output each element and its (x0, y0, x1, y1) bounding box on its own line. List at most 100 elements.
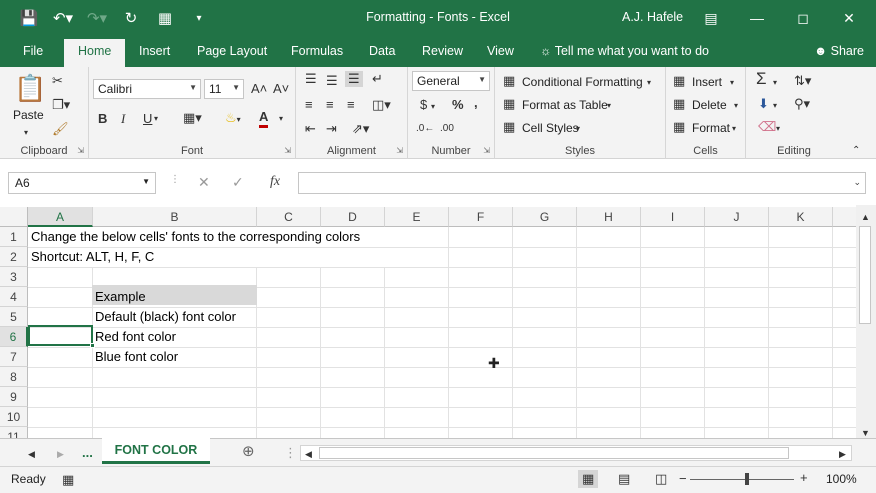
clipboard-launcher-icon[interactable]: ⇲ (77, 146, 84, 155)
percent-button[interactable]: % (452, 97, 464, 113)
insert-function-icon[interactable]: fx (270, 174, 280, 190)
formula-input[interactable]: ⌄ (298, 172, 866, 194)
active-cell-a6[interactable] (28, 325, 93, 346)
user-name[interactable]: A.J. Hafele (622, 10, 683, 24)
normal-view-icon[interactable]: ▦ (578, 470, 599, 488)
decrease-decimal-button[interactable]: .00 (440, 121, 454, 137)
cell-a2[interactable]: Shortcut: ALT, H, F, C (28, 247, 154, 267)
currency-button[interactable]: $ (420, 97, 427, 113)
conditional-formatting-button[interactable]: Conditional Formatting (522, 75, 643, 89)
cell-b7[interactable]: Blue font color (92, 347, 178, 367)
page-layout-view-icon[interactable]: ▤ (618, 471, 630, 487)
new-sheet-icon[interactable]: ⊕ (242, 444, 255, 460)
row-header-10[interactable]: 10 (0, 407, 28, 427)
fill-handle[interactable] (90, 343, 95, 348)
delete-cells-icon[interactable]: ▦ (673, 96, 685, 112)
comma-button[interactable]: , (474, 95, 478, 111)
worksheet-grid[interactable]: A B C D E F G H I J K 1 2 3 4 5 6 7 8 9 … (0, 205, 856, 438)
ribbon-display-icon[interactable]: ▤ (688, 6, 734, 30)
chevron-down-icon[interactable]: ▾ (730, 75, 734, 91)
row-header-7[interactable]: 7 (0, 347, 28, 367)
column-header-e[interactable]: E (385, 207, 449, 227)
chevron-down-icon[interactable]: ▾ (734, 98, 738, 114)
column-header-j[interactable]: J (705, 207, 769, 227)
enter-icon[interactable]: ✓ (232, 174, 244, 191)
next-sheet-icon[interactable]: ▶ (57, 446, 64, 462)
row-header-3[interactable]: 3 (0, 267, 28, 287)
column-header-i[interactable]: I (641, 207, 705, 227)
close-icon[interactable]: ✕ (826, 6, 872, 30)
row-header-1[interactable]: 1 (0, 227, 28, 247)
merge-center-icon[interactable]: ◫▾ (372, 97, 391, 113)
tab-review[interactable]: Review (422, 44, 463, 58)
top-align-icon[interactable]: ☰ (305, 71, 317, 87)
italic-button[interactable]: I (121, 111, 125, 127)
row-header-4[interactable]: 4 (0, 287, 28, 307)
share-button[interactable]: ☻ Share (814, 44, 864, 58)
tab-file[interactable]: File (23, 44, 43, 58)
cell-styles-button[interactable]: Cell Styles (522, 121, 579, 135)
decrease-indent-icon[interactable]: ⇤ (305, 121, 316, 137)
currency-dropdown-icon[interactable]: ▾ (431, 99, 435, 115)
conditional-formatting-icon[interactable]: ▦ (503, 73, 515, 89)
column-header-a[interactable]: A (28, 207, 93, 227)
tab-home[interactable]: Home (64, 39, 126, 67)
paste-dropdown-icon[interactable]: ▾ (24, 125, 28, 141)
format-painter-icon[interactable]: 🖌 (52, 121, 69, 137)
chevron-down-icon[interactable]: ▾ (576, 121, 580, 137)
chevron-down-icon[interactable]: ▾ (607, 98, 611, 114)
sort-filter-icon[interactable]: ⇅▾ (794, 73, 811, 89)
row-header-9[interactable]: 9 (0, 387, 28, 407)
cell-a1[interactable]: Change the below cells' fonts to the cor… (28, 227, 360, 247)
zoom-in-icon[interactable]: + (800, 470, 808, 486)
copy-icon[interactable]: ❐▾ (52, 97, 70, 113)
tell-me-box[interactable]: ☼ Tell me what you want to do (540, 44, 709, 58)
macro-record-icon[interactable]: ▦ (62, 472, 74, 488)
font-size-combo[interactable]: 11 ▼ (204, 79, 244, 99)
shrink-font-icon[interactable]: A˅ (273, 81, 289, 97)
previous-sheet-icon[interactable]: ◀ (28, 446, 35, 462)
underline-button[interactable]: U (143, 111, 152, 127)
tab-view[interactable]: View (487, 44, 514, 58)
clear-dropdown-icon[interactable]: ▾ (776, 121, 780, 137)
align-center-icon[interactable]: ≡ (326, 97, 334, 113)
number-format-combo[interactable]: General ▼ (412, 71, 490, 91)
more-sheets-button[interactable]: ... (82, 445, 93, 461)
autosum-dropdown-icon[interactable]: ▾ (773, 75, 777, 91)
font-color-icon[interactable]: A (259, 109, 269, 128)
alignment-launcher-icon[interactable]: ⇲ (396, 146, 403, 155)
row-header-8[interactable]: 8 (0, 367, 28, 387)
column-header-b[interactable]: B (93, 207, 257, 227)
cell-b6[interactable]: Red font color (92, 327, 176, 347)
cell-b4[interactable]: Example (92, 287, 146, 307)
column-header-h[interactable]: H (577, 207, 641, 227)
tab-data[interactable]: Data (369, 44, 395, 58)
format-cells-button[interactable]: Format (692, 121, 730, 135)
format-as-table-button[interactable]: Format as Table (522, 98, 608, 112)
tab-insert[interactable]: Insert (139, 44, 170, 58)
format-as-table-icon[interactable]: ▦ (503, 96, 515, 112)
collapse-ribbon-icon[interactable]: ⌃ (852, 143, 860, 159)
find-select-icon[interactable]: ⚲▾ (794, 96, 810, 112)
fill-dropdown-icon[interactable]: ▾ (773, 98, 777, 114)
delete-cells-button[interactable]: Delete (692, 98, 727, 112)
autosum-icon[interactable]: Σ (756, 70, 767, 87)
zoom-out-icon[interactable]: − (679, 471, 687, 487)
column-header-c[interactable]: C (257, 207, 321, 227)
tab-splitter-icon[interactable]: ⋮ (284, 445, 297, 461)
bottom-align-icon[interactable]: ☰ (345, 71, 363, 87)
vertical-scrollbar[interactable]: ▲ ▼ (856, 205, 876, 438)
zoom-slider-knob[interactable] (745, 473, 749, 485)
select-all-corner[interactable] (0, 207, 28, 227)
chevron-down-icon[interactable]: ▾ (732, 121, 736, 137)
insert-cells-button[interactable]: Insert (692, 75, 722, 89)
font-name-combo[interactable]: Calibri ▼ (93, 79, 201, 99)
column-header-g[interactable]: G (513, 207, 577, 227)
zoom-slider[interactable] (690, 479, 794, 480)
maximize-icon[interactable]: ◻ (780, 6, 826, 30)
increase-indent-icon[interactable]: ⇥ (326, 121, 337, 137)
cut-icon[interactable]: ✂ (52, 73, 63, 89)
font-color-dropdown-icon[interactable]: ▾ (279, 111, 283, 127)
column-header-partial[interactable] (833, 207, 856, 227)
middle-align-icon[interactable]: ☰ (326, 73, 338, 89)
